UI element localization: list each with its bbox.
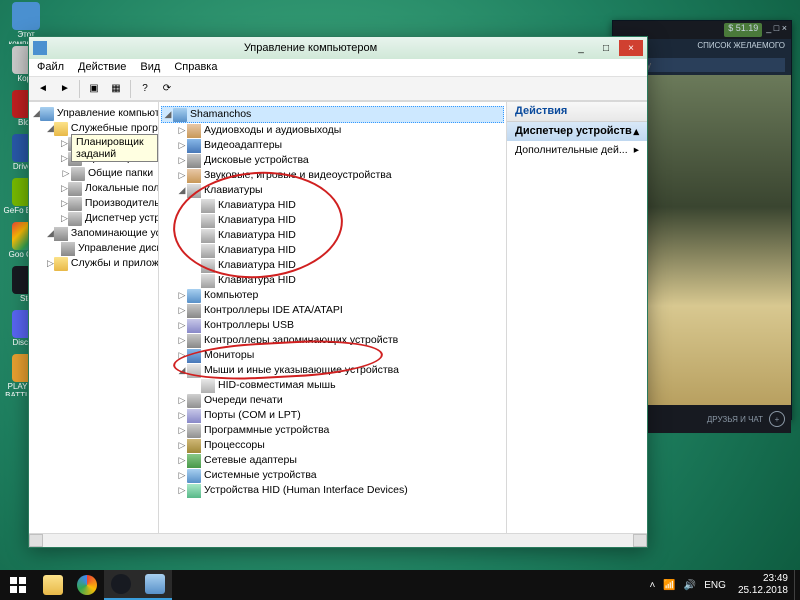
device-category[interactable]: ▷Компьютер — [175, 288, 504, 303]
forward-button[interactable]: ► — [55, 79, 75, 99]
tree-item[interactable]: ▷Общие папки — [59, 166, 156, 181]
actions-pane: Действия Диспетчер устройств▴ Дополнител… — [507, 102, 647, 533]
taskbar-item-mmc[interactable] — [138, 570, 172, 600]
scroll-right-button[interactable] — [633, 534, 647, 547]
device-category[interactable]: ▷Программные устройства — [175, 423, 504, 438]
tree-item[interactable]: ▷Просмотр событий — [59, 151, 156, 166]
tray-chevron-icon[interactable]: ˄ — [650, 580, 656, 591]
up-button[interactable]: ▣ — [84, 79, 104, 99]
device-category[interactable]: ▷Контроллеры IDE ATA/ATAPI — [175, 303, 504, 318]
friends-label[interactable]: ДРУЗЬЯ И ЧАТ — [707, 415, 763, 424]
device-category[interactable]: ▷Аудиовходы и аудиовыходы — [175, 123, 504, 138]
add-friend-icon[interactable]: + — [769, 411, 785, 427]
menu-view[interactable]: Вид — [140, 61, 160, 74]
back-button[interactable]: ◄ — [33, 79, 53, 99]
device-category[interactable]: ◢Мыши и иные указывающие устройства — [175, 363, 504, 378]
device-category[interactable]: ▷Дисковые устройства — [175, 153, 504, 168]
menu-help[interactable]: Справка — [174, 61, 217, 74]
system-tray[interactable]: ˄ 📶 🔊 ENG — [644, 580, 732, 591]
taskbar-clock[interactable]: 23:49 25.12.2018 — [732, 573, 794, 597]
tree-item[interactable]: Управление дисками — [59, 241, 156, 256]
windows-logo-icon — [10, 577, 26, 593]
device-category[interactable]: ▷Процессоры — [175, 438, 504, 453]
minimize-button[interactable]: _ — [569, 40, 593, 56]
device-tree-pane[interactable]: ◢Shamanchos▷Аудиовходы и аудиовыходы▷Вид… — [159, 102, 507, 533]
tree-item[interactable]: ▷Локальные пользовател — [59, 181, 156, 196]
menu-file[interactable]: Файл — [37, 61, 64, 74]
tray-language[interactable]: ENG — [704, 580, 726, 591]
taskbar-item-steam[interactable] — [104, 570, 138, 600]
titlebar[interactable]: Управление компьютером _ □ × — [29, 37, 647, 59]
device-category[interactable]: ▷Мониторы — [175, 348, 504, 363]
tree-root[interactable]: ◢Управление компьютером (л — [31, 106, 156, 121]
device-item[interactable]: Клавиатура HID — [189, 273, 504, 288]
device-category[interactable]: ▷Видеоадаптеры — [175, 138, 504, 153]
device-category[interactable]: ◢Клавиатуры — [175, 183, 504, 198]
window-title: Управление компьютером — [53, 42, 568, 54]
device-category[interactable]: ▷Очереди печати — [175, 393, 504, 408]
start-button[interactable] — [0, 570, 36, 600]
device-category[interactable]: ▷Звуковые, игровые и видеоустройства — [175, 168, 504, 183]
device-item[interactable]: Клавиатура HID — [189, 258, 504, 273]
device-category[interactable]: ▷Системные устройства — [175, 468, 504, 483]
console-tree-pane[interactable]: ◢Управление компьютером (л ◢Служебные пр… — [29, 102, 159, 533]
tree-item[interactable]: ▷Диспетчер устройств — [59, 211, 156, 226]
device-item[interactable]: Клавиатура HID — [189, 228, 504, 243]
actions-section[interactable]: Диспетчер устройств▴ — [507, 122, 647, 141]
help-button[interactable]: ? — [135, 79, 155, 99]
device-item[interactable]: Клавиатура HID — [189, 213, 504, 228]
taskbar-item-explorer[interactable] — [36, 570, 70, 600]
tray-network-icon[interactable]: 📶 — [663, 580, 675, 591]
actions-header: Действия — [507, 102, 647, 122]
steam-balance-badge: $ 51.19 — [724, 23, 762, 37]
tray-volume-icon[interactable]: 🔊 — [684, 580, 696, 591]
show-desktop-button[interactable] — [794, 570, 800, 600]
device-category[interactable]: ▷Контроллеры USB — [175, 318, 504, 333]
device-item[interactable]: Клавиатура HID — [189, 243, 504, 258]
device-category[interactable]: ▷Сетевые адаптеры — [175, 453, 504, 468]
horizontal-scrollbar[interactable] — [29, 533, 647, 547]
taskbar: ˄ 📶 🔊 ENG 23:49 25.12.2018 — [0, 570, 800, 600]
tree-services-apps[interactable]: ▷Службы и приложения — [45, 256, 156, 271]
maximize-button[interactable]: □ — [594, 40, 618, 56]
device-root[interactable]: ◢Shamanchos — [161, 106, 504, 123]
tree-storage[interactable]: ◢Запоминающие устройст — [45, 226, 156, 241]
refresh-button[interactable]: ⟳ — [157, 79, 177, 99]
device-item[interactable]: HID-совместимая мышь — [189, 378, 504, 393]
show-hide-button[interactable]: ▦ — [106, 79, 126, 99]
tree-item[interactable]: ▷Производительность — [59, 196, 156, 211]
menubar: Файл Действие Вид Справка — [29, 59, 647, 77]
tree-system-tools[interactable]: ◢Служебные программы — [45, 121, 156, 136]
window-controls[interactable]: _ □ × — [766, 23, 787, 37]
app-icon — [33, 41, 47, 55]
tree-item[interactable]: ▷Планировщик заданий — [59, 136, 156, 151]
device-category[interactable]: ▷Устройства HID (Human Interface Devices… — [175, 483, 504, 498]
device-category[interactable]: ▷Контроллеры запоминающих устройств — [175, 333, 504, 348]
computer-management-window: Управление компьютером _ □ × Файл Действ… — [28, 36, 648, 548]
device-item[interactable]: Клавиатура HID — [189, 198, 504, 213]
toolbar: ◄ ► ▣ ▦ ? ⟳ — [29, 77, 647, 101]
device-category[interactable]: ▷Порты (COM и LPT) — [175, 408, 504, 423]
taskbar-item-chrome[interactable] — [70, 570, 104, 600]
menu-action[interactable]: Действие — [78, 61, 126, 74]
scroll-left-button[interactable] — [29, 534, 43, 547]
collapse-icon[interactable]: ▴ — [633, 125, 639, 138]
close-button[interactable]: × — [619, 40, 643, 56]
actions-more[interactable]: Дополнительные дей... ▸ — [507, 141, 647, 159]
